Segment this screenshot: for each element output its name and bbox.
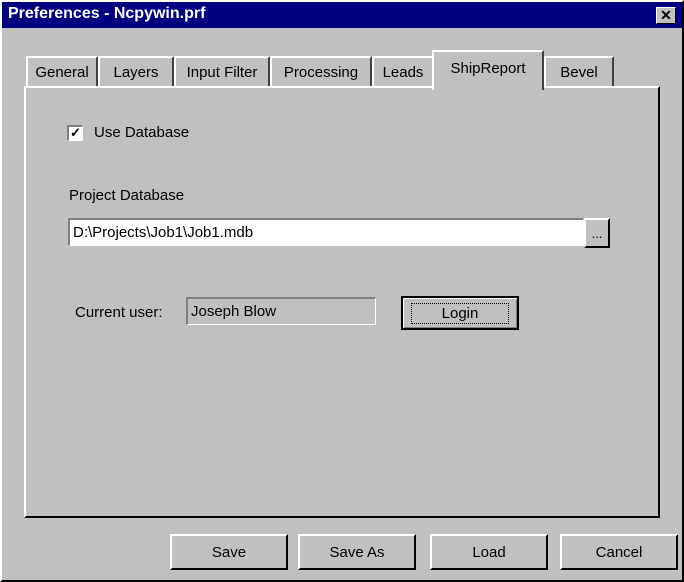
current-user-field: Joseph Blow xyxy=(186,297,376,325)
project-database-field[interactable]: D:\Projects\Job1\Job1.mdb xyxy=(68,218,584,246)
browse-label: ... xyxy=(591,226,603,241)
title-bar[interactable]: Preferences - Ncpywin.prf ✕ xyxy=(2,2,682,28)
tab-bevel[interactable]: Bevel xyxy=(544,56,614,86)
close-icon: ✕ xyxy=(660,7,672,23)
tab-leads[interactable]: Leads xyxy=(372,56,434,86)
tab-label: General xyxy=(35,63,89,81)
tab-label: Leads xyxy=(382,63,424,81)
tab-layers[interactable]: Layers xyxy=(98,56,174,86)
tab-label: Processing xyxy=(283,63,359,81)
tab-label: Input Filter xyxy=(186,63,258,81)
project-database-label: Project Database xyxy=(69,187,185,204)
cancel-button[interactable]: Cancel xyxy=(560,534,678,570)
current-user-value: Joseph Blow xyxy=(191,303,277,320)
tab-input-filter[interactable]: Input Filter xyxy=(174,56,270,86)
login-button[interactable]: Login xyxy=(401,296,519,330)
tab-processing[interactable]: Processing xyxy=(270,56,372,86)
use-database-label: Use Database xyxy=(94,124,190,141)
save-label: Save xyxy=(211,543,247,561)
tab-shipreport[interactable]: ShipReport xyxy=(432,50,544,90)
active-tab-joint xyxy=(434,86,542,89)
save-as-label: Save As xyxy=(329,543,385,561)
use-database-checkbox[interactable]: ✓ xyxy=(67,125,83,141)
tab-label: Layers xyxy=(113,63,159,81)
load-label: Load xyxy=(472,543,506,561)
project-database-value: D:\Projects\Job1\Job1.mdb xyxy=(73,224,254,241)
load-button[interactable]: Load xyxy=(430,534,548,570)
checkmark-icon: ✓ xyxy=(70,125,81,140)
window-title: Preferences - Ncpywin.prf xyxy=(8,5,206,22)
save-as-button[interactable]: Save As xyxy=(298,534,416,570)
current-user-label: Current user: xyxy=(75,304,163,321)
close-button[interactable]: ✕ xyxy=(656,7,676,24)
tab-label: Bevel xyxy=(560,63,598,81)
cancel-label: Cancel xyxy=(595,543,643,561)
tab-general[interactable]: General xyxy=(26,56,98,86)
login-label: Login xyxy=(410,302,510,324)
tab-label: ShipReport xyxy=(450,59,526,77)
browse-button[interactable]: ... xyxy=(584,218,610,248)
save-button[interactable]: Save xyxy=(170,534,288,570)
